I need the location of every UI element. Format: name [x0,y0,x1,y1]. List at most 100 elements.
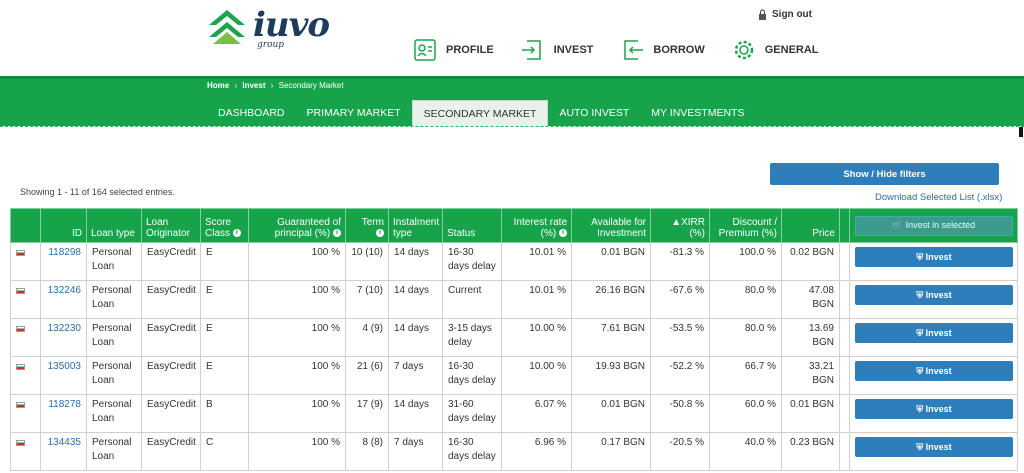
cell-guaranteed: 100 % [248,394,346,433]
nav-borrow-label: BORROW [653,44,705,56]
col-loan-type[interactable]: Loan type [86,208,142,243]
col-flag [10,208,41,243]
table-row[interactable]: 118278 Personal Loan EasyCredit B 100 % 17 (9… [10,394,1018,433]
invest-button-label: Invest [925,289,952,300]
table-row[interactable]: 132246 Personal Loan EasyCredit E 100 % 7 (10… [10,280,1018,319]
col-interest-rate[interactable]: Interest rate (%) i [501,208,572,243]
flag-cell [10,356,41,395]
nav-profile[interactable]: PROFILE [412,37,494,63]
col-guaranteed[interactable]: Guaranteed of principal (%) i [248,208,346,243]
invest-button-label: Invest [925,441,952,452]
sign-out-link[interactable]: Sign out [758,9,812,20]
invest-button-label: Invest [925,327,952,338]
invest-button[interactable]: ⛨ Invest [855,247,1013,267]
lock-icon [759,9,766,20]
col-score-class[interactable]: Score Class i [200,208,249,243]
show-hide-filters-button[interactable]: Show / Hide filters [770,163,999,185]
invest-button[interactable]: ⛨ Invest [855,285,1013,305]
cell-id[interactable]: 135003 [40,356,87,395]
info-icon[interactable]: i [376,229,384,238]
col-available[interactable]: Available for Investment [571,208,651,243]
main-nav: PROFILE INVEST BORROW GENERAL [412,37,845,63]
shield-icon: ⛨ [916,289,924,300]
info-icon[interactable]: i [333,229,341,238]
col-xirr[interactable]: ▲XIRR (%) [650,208,710,243]
cell-xirr: -53.5 % [650,318,710,357]
cell-guaranteed: 100 % [248,280,346,319]
table-header-row: ID Loan type Loan Originator Score Class… [10,208,1018,243]
cell-status: 16-30 days delay [442,356,502,395]
cell-instalment: 7 days [388,356,443,395]
cell-score: B [200,394,249,433]
spacer-cell [839,356,850,395]
tab-my-investments[interactable]: MY INVESTMENTS [640,100,755,126]
cell-xirr: -67.6 % [650,280,710,319]
cell-term: 4 (9) [345,318,389,357]
cell-term: 21 (6) [345,356,389,395]
tab-dashboard[interactable]: DASHBOARD [207,100,296,126]
shield-icon: ⛨ [916,403,924,414]
table-row[interactable]: 132230 Personal Loan EasyCredit E 100 % 4 (9)… [10,318,1018,357]
cell-id[interactable]: 132246 [40,280,87,319]
table-row[interactable]: 135003 Personal Loan EasyCredit E 100 % 21 (6… [10,356,1018,395]
cell-id[interactable]: 118298 [40,242,87,281]
cell-originator: EasyCredit [141,394,201,433]
bulgaria-flag-icon [16,250,25,256]
cell-id[interactable]: 132230 [40,318,87,357]
iuvo-logo[interactable]: iuvo group [207,5,330,50]
col-loan-originator[interactable]: Loan Originator [141,208,201,243]
tab-primary-market[interactable]: PRIMARY MARKET [296,100,412,126]
cell-instalment: 14 days [388,318,443,357]
cell-available: 7.61 BGN [571,318,651,357]
invest-button-label: Invest [925,251,952,262]
download-xlsx-link[interactable]: Download Selected List (.xlsx) [875,192,1002,203]
loan-id-link[interactable]: 134435 [48,437,81,448]
col-discount-premium[interactable]: Discount / Premium (%) [709,208,782,243]
col-status[interactable]: Status [442,208,502,243]
cell-originator: EasyCredit [141,432,201,471]
cell-price: 47.08 BGN [781,280,840,319]
col-guaranteed-label: Guaranteed of principal (%) [274,217,341,239]
breadcrumb-separator: › [234,81,238,90]
logo-wordmark: iuvo [253,5,330,45]
info-icon[interactable]: i [232,229,241,238]
cell-instalment: 7 days [388,432,443,471]
nav-invest[interactable]: INVEST [520,37,593,63]
invest-in-selected-button[interactable]: 🛒 Invest in selected [854,215,1013,236]
cell-id[interactable]: 118278 [40,394,87,433]
invest-button[interactable]: ⛨ Invest [855,323,1013,343]
table-row[interactable]: 134435 Personal Loan EasyCredit C 100 % 8 (8)… [10,432,1018,471]
flag-cell [10,394,41,433]
scroll-marker [1019,127,1023,137]
nav-borrow[interactable]: BORROW [619,37,705,63]
loan-id-link[interactable]: 132246 [48,285,81,296]
loan-id-link[interactable]: 118298 [48,247,81,258]
col-id[interactable]: ID [40,208,87,243]
loan-id-link[interactable]: 118278 [48,399,81,410]
nav-general[interactable]: GENERAL [731,37,819,63]
cell-available: 0.01 BGN [571,242,651,281]
divider [0,126,1024,127]
cell-score: E [200,280,249,319]
col-score-label: Score Class [205,217,232,239]
loan-id-link[interactable]: 132230 [48,323,81,334]
cell-id[interactable]: 134435 [40,432,87,471]
tab-auto-invest[interactable]: AUTO INVEST [548,100,640,126]
cell-interest: 10.01 % [501,280,572,319]
breadcrumb-invest[interactable]: Invest [242,81,265,90]
info-icon[interactable]: i [559,229,567,238]
cell-loan-type: Personal Loan [86,280,142,319]
invest-button[interactable]: ⛨ Invest [855,437,1013,457]
tab-secondary-market[interactable]: SECONDARY MARKET [411,100,549,126]
loan-id-link[interactable]: 135003 [48,361,81,372]
col-instalment-type[interactable]: Instalment type [388,208,443,243]
cell-discount: 100.0 % [709,242,782,281]
invest-button[interactable]: ⛨ Invest [855,361,1013,381]
bulgaria-flag-icon [16,288,25,294]
breadcrumb-home[interactable]: Home [207,81,229,90]
invest-button[interactable]: ⛨ Invest [855,399,1013,419]
table-row[interactable]: 118298 Personal Loan EasyCredit E 100 % 10 (1… [10,242,1018,281]
cell-term: 17 (9) [345,394,389,433]
col-term[interactable]: Term i [345,208,389,243]
col-price[interactable]: Price [781,208,840,243]
